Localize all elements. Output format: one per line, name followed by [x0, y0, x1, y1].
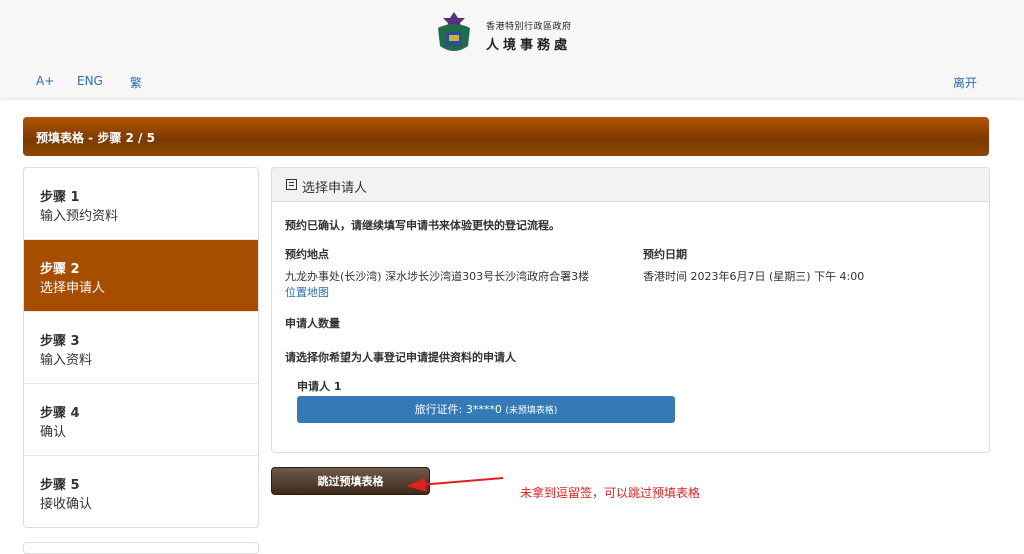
sidebar-step-3[interactable]: 步骤 3 输入资料: [24, 312, 258, 384]
step-subtitle: 选择申请人: [40, 281, 106, 296]
panel-title: 选择申请人: [302, 181, 368, 196]
step-banner: 预填表格 - 步骤 2 / 5: [23, 117, 989, 156]
location-label: 预约地点: [285, 248, 329, 261]
select-applicant-panel: 选择申请人 预约已确认，请继续填写申请书来体验更快的登记流程。 预约地点 九龙办…: [271, 167, 990, 453]
step-subtitle: 输入资料: [40, 353, 93, 368]
sidebar-step-5[interactable]: 步骤 5 接收确认: [24, 456, 258, 527]
department-name-line1: 香港特別行政區政府: [486, 22, 572, 32]
choose-applicant-label: 请选择你希望为人事登记申请提供资料的申请人: [285, 351, 516, 364]
english-language-link[interactable]: ENG: [77, 74, 103, 88]
list-icon: [286, 179, 297, 190]
step-title: 步骤 1: [40, 190, 80, 205]
step-sidebar: 步骤 1 输入预约资料 步骤 2 选择申请人 步骤 3 输入资料 步骤 4 确认…: [23, 167, 259, 528]
intro-text: 预约已确认，请继续填写申请书来体验更快的登记流程。: [285, 219, 560, 232]
immigration-department-emblem-icon: [438, 12, 470, 51]
travel-document-text: 旅行证件: 3****0: [414, 403, 502, 416]
date-value: 香港时间 2023年6月7日 (星期三) 下午 4:00: [643, 270, 865, 283]
panel-header: 选择申请人: [272, 168, 989, 202]
annotation-arrow-icon: [407, 477, 504, 492]
date-label: 预约日期: [643, 248, 687, 261]
sidebar-step-4[interactable]: 步骤 4 确认: [24, 384, 258, 456]
applicant-count-label: 申请人数量: [285, 317, 340, 330]
step-title: 步骤 2: [40, 262, 80, 277]
location-value: 九龙办事处(长沙湾) 深水埗长沙湾道303号长沙湾政府合署3楼: [285, 270, 590, 283]
sidebar-extra-box: [23, 542, 259, 554]
site-header: 香港特別行政區政府 人境事務處 A+ ENG 繁 离开: [0, 0, 1024, 99]
step-subtitle: 输入预约资料: [40, 209, 119, 224]
prefill-status-note: (未预填表格): [505, 406, 558, 416]
step-title: 步骤 3: [40, 334, 80, 349]
map-link[interactable]: 位置地图: [285, 284, 329, 300]
step-banner-title: 预填表格 - 步骤 2 / 5: [36, 131, 155, 145]
travel-document-button[interactable]: 旅行证件: 3****0 (未预填表格): [297, 396, 675, 423]
department-name-line2: 人境事務處: [486, 38, 572, 53]
font-size-link[interactable]: A+: [36, 74, 54, 88]
step-title: 步骤 4: [40, 406, 80, 421]
traditional-chinese-link[interactable]: 繁: [130, 74, 142, 91]
applicant-label: 申请人 1: [297, 380, 342, 393]
annotation-text: 未拿到逗留签，可以跳过预填表格: [520, 486, 701, 500]
sidebar-step-2[interactable]: 步骤 2 选择申请人: [24, 240, 258, 312]
step-title: 步骤 5: [40, 478, 80, 493]
exit-link[interactable]: 离开: [953, 74, 977, 91]
step-subtitle: 确认: [40, 425, 67, 440]
sidebar-step-1[interactable]: 步骤 1 输入预约资料: [24, 168, 258, 240]
step-subtitle: 接收确认: [40, 497, 93, 512]
